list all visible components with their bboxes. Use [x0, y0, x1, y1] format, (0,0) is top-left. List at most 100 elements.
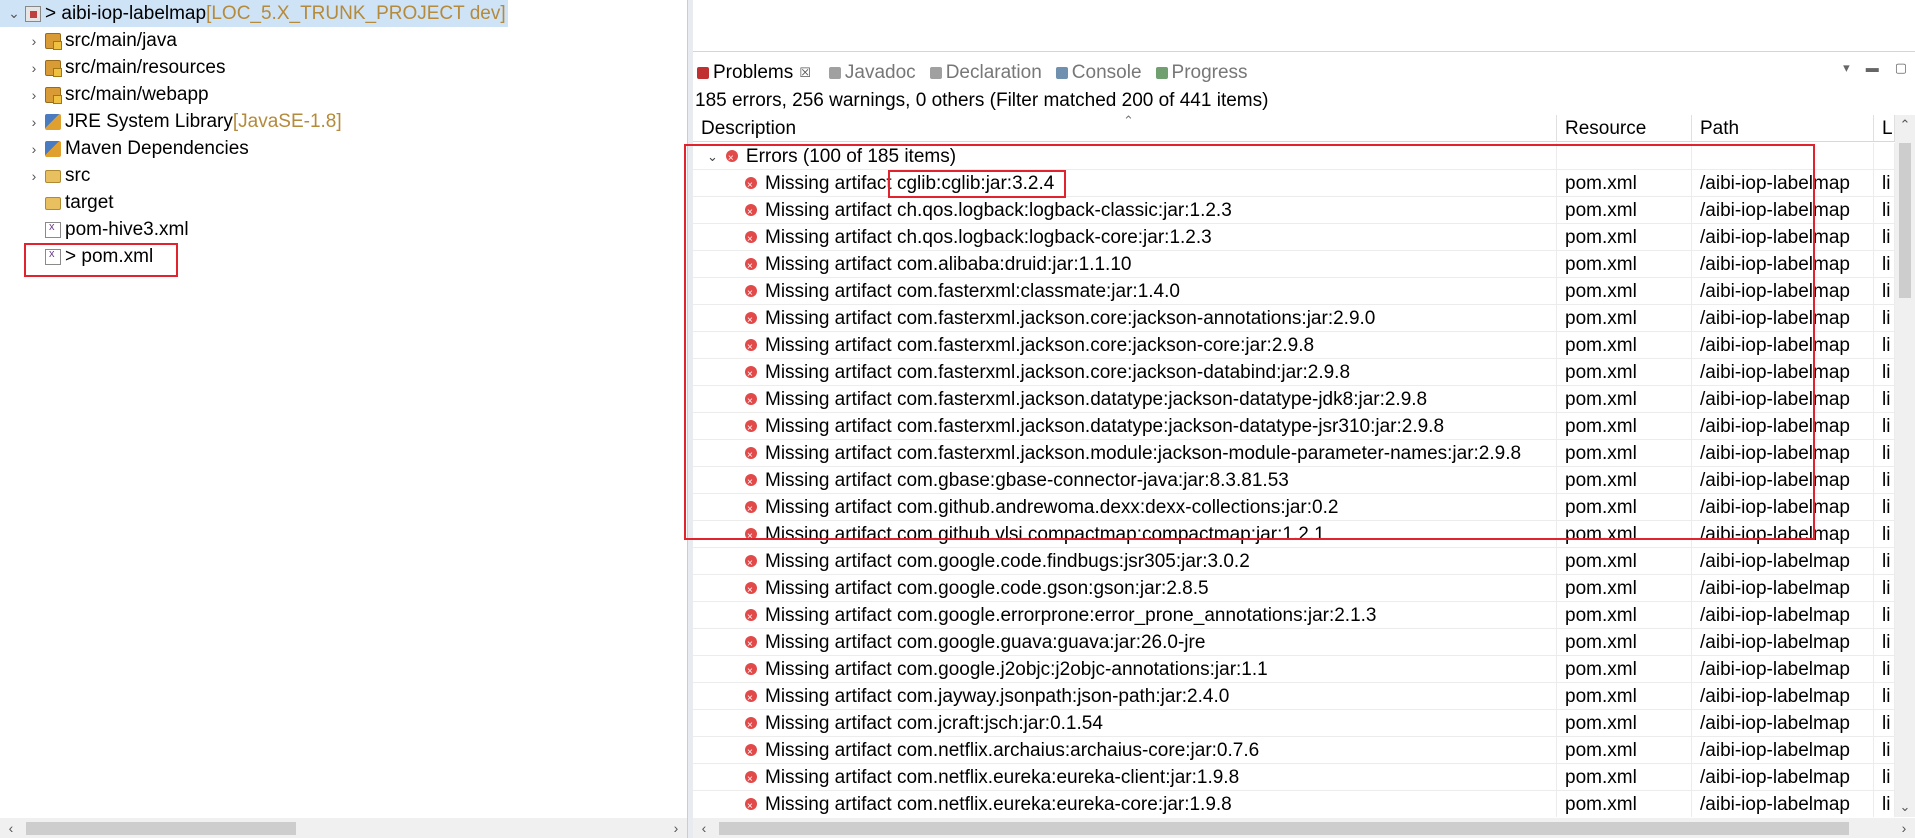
table-row[interactable]: Missing artifact com.github.andrewoma.de…	[693, 494, 1895, 521]
table-row[interactable]: Missing artifact com.jcraft:jsch:jar:0.1…	[693, 710, 1895, 737]
library-icon	[45, 140, 61, 157]
tree-item-label: > pom.xml	[65, 245, 154, 267]
error-icon	[745, 469, 757, 493]
column-description[interactable]: Description ⌃	[693, 115, 1557, 141]
problems-vertical-scrollbar[interactable]: ⌃ ⌄	[1895, 115, 1915, 817]
problems-horizontal-scrollbar[interactable]: ‹ ›	[693, 818, 1915, 838]
error-icon	[745, 577, 757, 601]
table-row[interactable]: Missing artifact com.netflix.eureka:eure…	[693, 791, 1895, 817]
scroll-right-icon[interactable]: ›	[1893, 820, 1915, 836]
table-row[interactable]: Missing artifact com.google.guava:guava:…	[693, 629, 1895, 656]
description-text: Missing artifact com.fasterxml.jackson.c…	[765, 334, 1315, 356]
tree-item[interactable]: › src/main/resources	[26, 54, 226, 81]
location-cell: li	[1874, 251, 1895, 277]
scroll-up-icon[interactable]: ⌃	[1895, 117, 1915, 133]
tab-console[interactable]: Console	[1055, 62, 1142, 84]
description-text: Missing artifact com.netflix.archaius:ar…	[765, 739, 1260, 761]
location-cell: li	[1874, 170, 1895, 196]
view-menu-icon[interactable]: ▾	[1843, 60, 1850, 76]
column-location[interactable]: L	[1874, 115, 1895, 141]
progress-icon	[1155, 67, 1168, 79]
description-text: Missing artifact com.google.j2objc:j2obj…	[765, 658, 1268, 680]
tab-declaration[interactable]: Declaration	[929, 62, 1042, 84]
table-row[interactable]: Missing artifact com.alibaba:druid:jar:1…	[693, 251, 1895, 278]
table-row[interactable]: Missing artifact cglib:cglib:jar:3.2.4 po…	[693, 170, 1895, 197]
column-resource[interactable]: Resource	[1557, 115, 1692, 141]
scroll-left-icon[interactable]: ‹	[693, 820, 715, 836]
collapsed-chevron-icon[interactable]: ›	[26, 168, 42, 184]
table-row[interactable]: Missing artifact com.gbase:gbase-connect…	[693, 467, 1895, 494]
location-cell: li	[1874, 359, 1895, 385]
tab-javadoc[interactable]: Javadoc	[828, 62, 916, 84]
maximize-icon[interactable]: ▢	[1895, 60, 1907, 76]
collapsed-chevron-icon[interactable]: ›	[26, 33, 42, 49]
description-text: Missing artifact com.jayway.jsonpath:jso…	[765, 685, 1230, 707]
table-row[interactable]: Missing artifact com.fasterxml.jackson.c…	[693, 332, 1895, 359]
folder-icon	[45, 197, 61, 210]
scroll-down-icon[interactable]: ⌄	[1895, 799, 1915, 815]
close-tab-icon[interactable]: ☒	[799, 65, 811, 81]
path-cell: /aibi-iop-labelmap	[1692, 710, 1874, 736]
tree-item[interactable]: › src	[26, 162, 91, 189]
table-row[interactable]: Missing artifact com.fasterxml.jackson.d…	[693, 413, 1895, 440]
description-cell: Missing artifact com.google.guava:guava:…	[693, 629, 1557, 655]
tree-item[interactable]: ⌄ > aibi-iop-labelmap [LOC_5.X_TRUNK_PROJ…	[0, 0, 508, 27]
collapsed-chevron-icon[interactable]: ›	[26, 114, 42, 130]
folder-icon	[45, 170, 61, 183]
description-text: Missing artifact com.google.guava:guava:…	[765, 631, 1206, 653]
resource-cell: pom.xml	[1557, 548, 1692, 574]
table-row[interactable]: Missing artifact com.netflix.archaius:ar…	[693, 737, 1895, 764]
collapsed-chevron-icon[interactable]: ›	[26, 60, 42, 76]
table-row[interactable]: Missing artifact ch.qos.logback:logback-…	[693, 197, 1895, 224]
tree-item[interactable]: pom-hive3.xml	[26, 216, 189, 243]
column-resource-label: Resource	[1565, 118, 1647, 139]
description-text: Missing artifact ch.qos.logback:logback-…	[765, 199, 1232, 221]
scroll-thumb[interactable]	[1899, 143, 1911, 298]
table-row[interactable]: Missing artifact com.netflix.eureka:eure…	[693, 764, 1895, 791]
table-row[interactable]: Missing artifact com.google.errorprone:e…	[693, 602, 1895, 629]
description-text: Missing artifact com.fasterxml.jackson.c…	[765, 361, 1351, 383]
location-cell: li	[1874, 197, 1895, 223]
tree-item[interactable]: > pom.xml	[26, 243, 153, 270]
table-row[interactable]: Missing artifact com.fasterxml.jackson.c…	[693, 305, 1895, 332]
table-row[interactable]: Missing artifact com.github.vlsi.compact…	[693, 521, 1895, 548]
tree-item[interactable]: target	[26, 189, 114, 216]
error-icon	[745, 766, 757, 790]
table-row[interactable]: Missing artifact com.google.code.findbug…	[693, 548, 1895, 575]
table-row[interactable]: Missing artifact com.fasterxml.jackson.d…	[693, 386, 1895, 413]
scroll-thumb[interactable]	[719, 822, 1849, 835]
table-row[interactable]: Missing artifact com.google.code.gson:gs…	[693, 575, 1895, 602]
tree-item-label: src	[65, 164, 91, 186]
table-row[interactable]: Missing artifact com.jayway.jsonpath:jso…	[693, 683, 1895, 710]
table-row[interactable]: Missing artifact ch.qos.logback:logback-…	[693, 224, 1895, 251]
tree-item[interactable]: › src/main/java	[26, 27, 177, 54]
minimize-icon[interactable]: ▬	[1866, 60, 1879, 76]
description-text: Missing artifact com.netflix.eureka:eure…	[765, 793, 1232, 815]
column-path[interactable]: Path	[1692, 115, 1874, 141]
tab-problems[interactable]: Problems ☒	[693, 60, 815, 86]
tab-progress[interactable]: Progress	[1155, 62, 1248, 84]
resource-cell: pom.xml	[1557, 224, 1692, 250]
resource-cell: pom.xml	[1557, 440, 1692, 466]
table-row[interactable]: Missing artifact com.fasterxml.jackson.m…	[693, 440, 1895, 467]
collapsed-chevron-icon[interactable]: ›	[26, 87, 42, 103]
errors-group-row[interactable]: ⌄ Errors (100 of 185 items)	[693, 143, 1895, 170]
collapsed-chevron-icon[interactable]: ›	[26, 141, 42, 157]
description-cell: Missing artifact com.google.code.gson:gs…	[693, 575, 1557, 601]
explorer-horizontal-scrollbar[interactable]: ‹ ›	[0, 818, 687, 838]
tree-item[interactable]: › src/main/webapp	[26, 81, 209, 108]
scroll-left-icon[interactable]: ‹	[0, 820, 22, 836]
table-row[interactable]: Missing artifact com.google.j2objc:j2obj…	[693, 656, 1895, 683]
location-cell: li	[1874, 440, 1895, 466]
resource-cell: pom.xml	[1557, 305, 1692, 331]
scroll-thumb[interactable]	[26, 822, 296, 835]
table-row[interactable]: Missing artifact com.fasterxml:classmate…	[693, 278, 1895, 305]
description-cell: Missing artifact com.google.j2objc:j2obj…	[693, 656, 1557, 682]
tree-item[interactable]: › Maven Dependencies	[26, 135, 249, 162]
expanded-chevron-icon[interactable]: ⌄	[707, 143, 718, 169]
tree-item[interactable]: › JRE System Library [JavaSE-1.8]	[26, 108, 342, 135]
expanded-chevron-icon[interactable]: ⌄	[6, 5, 22, 22]
table-row[interactable]: Missing artifact com.fasterxml.jackson.c…	[693, 359, 1895, 386]
scroll-right-icon[interactable]: ›	[665, 820, 687, 836]
path-cell: /aibi-iop-labelmap	[1692, 359, 1874, 385]
